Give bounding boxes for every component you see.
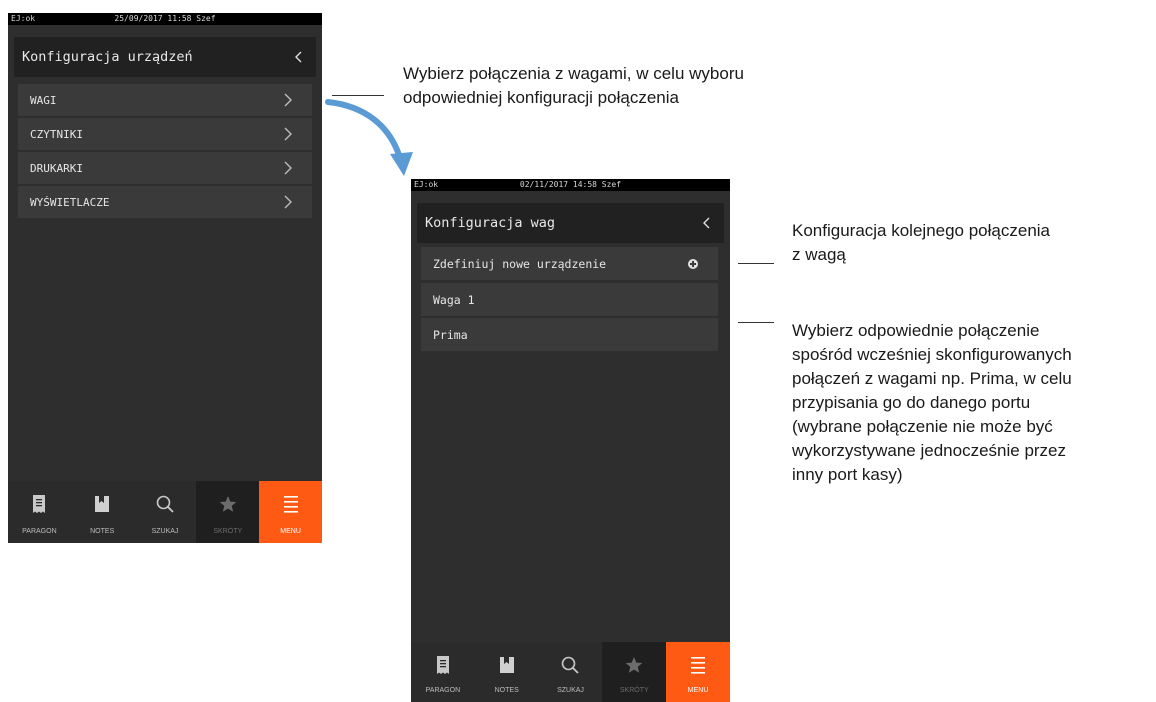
nav-label: MENU [280,528,301,535]
menu-item-drukarki[interactable]: DRUKARKI [18,152,312,184]
leader-line [738,322,774,323]
menu-item-label: CZYTNIKI [30,128,83,141]
chevron-right-icon [284,93,292,107]
status-bar: EJ:ok 25/09/2017 11:58 Szef [8,13,322,25]
menu-item-prima[interactable]: Prima [421,318,718,351]
menu-item-label: Zdefiniuj nowe urządzenie [433,257,607,271]
nav-menu[interactable]: MENU [259,481,322,543]
nav-menu[interactable]: MENU [666,642,730,702]
menu-item-label: WYŚWIETLACZE [30,196,110,209]
bottom-nav: PARAGON NOTES SZUKAJ SKRÓTY MENU [411,642,730,702]
nav-label: PARAGON [22,528,57,535]
menu-item-label: Waga 1 [433,293,475,307]
bookmark-icon [95,496,110,512]
chevron-right-icon [284,161,292,175]
annotation-line: Wybierz połączenia z wagami, w celu wybo… [403,64,744,83]
annotation-line: odpowiedniej konfiguracji połączenia [403,88,679,107]
nav-paragon[interactable]: PARAGON [411,642,475,702]
device-screen-scale-configuration: EJ:ok 02/11/2017 14:58 Szef Konfiguracja… [411,179,730,702]
nav-label: SKRÓTY [213,528,243,535]
annotation-select-scales: Wybierz połączenia z wagami, w celu wybo… [403,62,744,110]
receipt-icon [33,495,46,513]
menu-item-label: Prima [433,328,468,342]
chevron-left-icon [703,217,710,229]
page-title: Konfiguracja wag [425,215,556,231]
nav-notes[interactable]: NOTES [475,642,539,702]
chevron-right-icon [284,127,292,141]
menu-icon [283,496,298,513]
nav-label: NOTES [494,687,519,694]
menu-item-czytniki[interactable]: CZYTNIKI [18,118,312,150]
nav-paragon[interactable]: PARAGON [8,481,71,543]
page-title: Konfiguracja urządzeń [22,49,193,65]
nav-skroty[interactable]: SKRÓTY [196,481,260,543]
menu-item-label: DRUKARKI [30,162,83,175]
receipt-icon [436,656,449,674]
annotation-line: wykorzystywane jednocześnie przez [792,441,1067,460]
nav-label: MENU [687,687,709,694]
menu-item-wyswietlacze[interactable]: WYŚWIETLACZE [18,186,312,218]
nav-label: NOTES [90,528,115,535]
status-datetime: 02/11/2017 14:58 Szef [519,180,622,189]
leader-line [332,95,384,96]
menu-item-define-new-device[interactable]: Zdefiniuj nowe urządzenie [421,247,718,280]
search-icon [156,495,174,513]
plus-circle-icon [688,259,698,269]
annotation-line: przypisania go do danego portu [792,393,1031,412]
annotation-next-connection: Konfiguracja kolejnego połączenia z wagą [792,219,1050,267]
nav-label: SKRÓTY [619,687,649,694]
menu-item-waga-1[interactable]: Waga 1 [421,283,718,316]
nav-skroty[interactable]: SKRÓTY [602,642,667,702]
annotation-line: z wagą [792,245,846,264]
nav-szukaj[interactable]: SZUKAJ [539,642,603,702]
screen-header: Konfiguracja wag [417,203,724,243]
annotation-line: Konfiguracja kolejnego połączenia [792,221,1051,240]
bookmark-icon [499,657,514,673]
menu-item-label: WAGI [30,94,57,107]
nav-szukaj[interactable]: SZUKAJ [134,481,197,543]
star-icon [219,496,237,512]
status-datetime: 25/09/2017 11:58 Szef [114,14,216,23]
nav-notes[interactable]: NOTES [71,481,134,543]
search-icon [562,656,580,674]
annotation-line: Wybierz odpowiednie połączenie [792,321,1040,340]
star-icon [625,657,643,673]
nav-label: SZUKAJ [557,687,584,694]
leader-line [738,263,774,264]
menu-icon [691,657,706,674]
screen-header: Konfiguracja urządzeń [14,37,316,77]
annotation-line: (wybrane połączenie nie może być [792,417,1053,436]
chevron-right-icon [284,195,292,209]
annotation-line: inny port kasy) [792,465,903,484]
nav-label: SZUKAJ [151,528,179,535]
chevron-left-icon [295,51,302,63]
back-button[interactable] [702,217,710,233]
device-screen-configuration: EJ:ok 25/09/2017 11:58 Szef Konfiguracja… [8,13,322,543]
menu-item-wagi[interactable]: WAGI [18,84,312,116]
back-button[interactable] [294,51,302,67]
nav-label: PARAGON [425,687,461,694]
annotation-select-existing: Wybierz odpowiednie połączenie spośród w… [792,319,1072,487]
status-bar: EJ:ok 02/11/2017 14:58 Szef [411,179,730,191]
bottom-nav: PARAGON NOTES SZUKAJ SKRÓTY MENU [8,481,322,543]
annotation-line: połączeń z wagami np. Prima, w celu [792,369,1072,388]
annotation-line: spośród wcześniej skonfigurowanych [792,345,1072,364]
